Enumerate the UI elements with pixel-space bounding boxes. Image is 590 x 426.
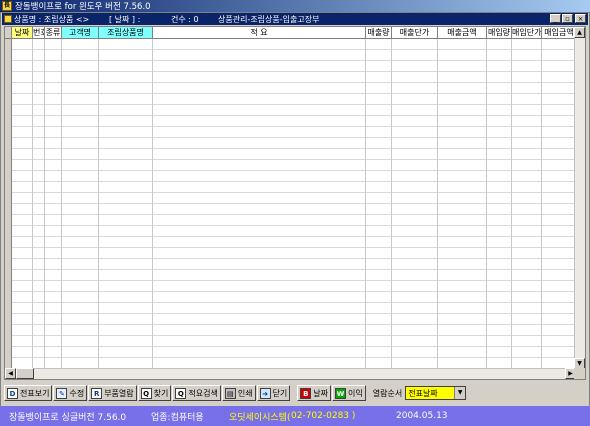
date-icon: B: [300, 387, 312, 399]
scroll-up-icon[interactable]: ▲: [574, 27, 585, 38]
toolbar-button[interactable]: ➜ 닫기: [256, 385, 291, 401]
column-header[interactable]: 매입량: [487, 27, 512, 39]
toolbar-button-label: 날짜: [313, 388, 329, 398]
toolbar-button[interactable]: ▤ 인쇄: [221, 385, 256, 401]
column-header[interactable]: 매출단가: [392, 27, 438, 39]
vertical-scrollbar[interactable]: ▲ ▼: [574, 27, 585, 369]
toolbar-button[interactable]: ✎ 수정: [53, 385, 88, 401]
status-company: 오딧세이시스템(: [229, 412, 291, 423]
memo-search-icon: Q: [175, 387, 187, 399]
profit-icon: W: [335, 387, 347, 399]
toolbar-button-label: 이익: [348, 388, 363, 398]
close-button[interactable]: ×: [575, 14, 586, 23]
scroll-left-icon[interactable]: ◀: [5, 368, 16, 379]
toolbar-button-label: 부품열람: [104, 388, 134, 398]
status-business: 업종:컴퓨터용: [151, 412, 204, 423]
column-header[interactable]: 매입단가: [512, 27, 542, 39]
column-header[interactable]: 종류: [45, 27, 62, 39]
app-title-bar: 長 장돌뱅이프로 for 윈도우 버전 7.56.0: [0, 0, 590, 12]
column-header[interactable]: 매출금액: [438, 27, 487, 39]
find-icon: Q: [140, 387, 152, 399]
column-divider: [511, 39, 512, 379]
app-title: 장돌뱅이프로 for 윈도우 버전 7.56.0: [15, 2, 151, 12]
count-label: 건수 : 0: [171, 14, 199, 24]
mdi-child-title-bar: 상품명 : 조립상품 <> [ 날짜 ] : 건수 : 0 상품관리-조립상품-…: [2, 13, 588, 25]
column-divider: [486, 39, 487, 379]
column-header[interactable]: 날짜: [12, 27, 33, 39]
chevron-down-icon[interactable]: ▼: [454, 387, 466, 399]
row-header-column: [5, 39, 12, 379]
toolbar-button-label: 수정: [69, 388, 85, 398]
toolbar-button-label: 찾기: [153, 388, 169, 398]
toolbar-button-label: 인쇄: [237, 388, 253, 398]
sort-order-value: 전표날짜: [408, 388, 438, 398]
status-bar: 장돌뱅이프로 싱글버전 7.56.0 업종:컴퓨터용 오딧세이시스템( 02-7…: [0, 406, 590, 426]
toolbar-button[interactable]: W 이익: [332, 385, 366, 401]
status-phone: 02-702-0283 ): [291, 411, 356, 421]
edit-icon: ✎: [56, 387, 68, 399]
column-divider: [152, 39, 153, 379]
minimize-button[interactable]: _: [550, 14, 561, 23]
status-date: 2004.05.13: [396, 411, 448, 421]
column-divider: [61, 39, 62, 379]
header-corner: [5, 27, 12, 39]
column-header[interactable]: 고객명: [62, 27, 99, 39]
column-divider: [365, 39, 366, 379]
sort-order-label: 열람순서: [372, 388, 403, 398]
date-label: [ 날짜 ] :: [109, 14, 141, 24]
document-icon: D: [7, 387, 18, 399]
toolbar-button[interactable]: Q 찾기: [137, 385, 172, 401]
column-header[interactable]: 적 요: [153, 27, 366, 39]
window-name: 상품관리-조립상품-입출고장부: [218, 14, 320, 24]
column-divider: [437, 39, 438, 379]
scroll-thumb[interactable]: [16, 368, 34, 379]
status-version: 장돌뱅이프로 싱글버전 7.56.0: [9, 412, 127, 423]
column-divider: [98, 39, 99, 379]
horizontal-scrollbar[interactable]: ◀ ▶: [5, 368, 576, 379]
parts-icon: R: [91, 387, 103, 399]
column-divider: [32, 39, 33, 379]
toolbar-button-label: 적요검색: [188, 388, 218, 398]
grid-rows[interactable]: [12, 39, 574, 379]
column-header[interactable]: 조립상품명: [99, 27, 153, 39]
sort-order-select[interactable]: 전표날짜 ▼: [405, 386, 467, 400]
bottom-toolbar: D 전표보기 ✎ 수정 R 부품열람 Q 찾기 Q 적요검색 ▤ 인쇄 ➜ 닫기 B 날짜 W 이익 열람순서 전…: [4, 384, 586, 402]
ledger-grid[interactable]: 날짜번호종류고객명조립상품명적 요매출량매출단가매출금액매입량매입단가매입금액 …: [4, 26, 586, 380]
column-divider: [44, 39, 45, 379]
column-header[interactable]: 매입금액: [542, 27, 577, 39]
printer-icon: ▤: [224, 387, 236, 399]
window-icon: [4, 15, 12, 23]
app-logo-icon: 長: [2, 1, 12, 11]
grid-header: 날짜번호종류고객명조립상품명적 요매출량매출단가매출금액매입량매입단가매입금액: [5, 27, 577, 39]
column-divider: [541, 39, 542, 379]
toolbar-button[interactable]: D 전표보기: [4, 385, 53, 401]
toolbar-button[interactable]: Q 적요검색: [172, 385, 221, 401]
toolbar-button[interactable]: R 부품열람: [88, 385, 137, 401]
column-divider: [391, 39, 392, 379]
close-door-icon: ➜: [259, 387, 271, 399]
scroll-corner: [574, 368, 585, 379]
product-label: 상품명 : 조립상품 <>: [14, 14, 90, 24]
toolbar-button-label: 닫기: [272, 388, 288, 398]
column-header[interactable]: 매출량: [366, 27, 392, 39]
toolbar-button-label: 전표보기: [20, 388, 50, 398]
restore-button[interactable]: ▫: [562, 14, 573, 23]
toolbar-button[interactable]: B 날짜: [297, 385, 332, 401]
column-header[interactable]: 번호: [33, 27, 45, 39]
window-controls: _ ▫ ×: [550, 14, 586, 23]
